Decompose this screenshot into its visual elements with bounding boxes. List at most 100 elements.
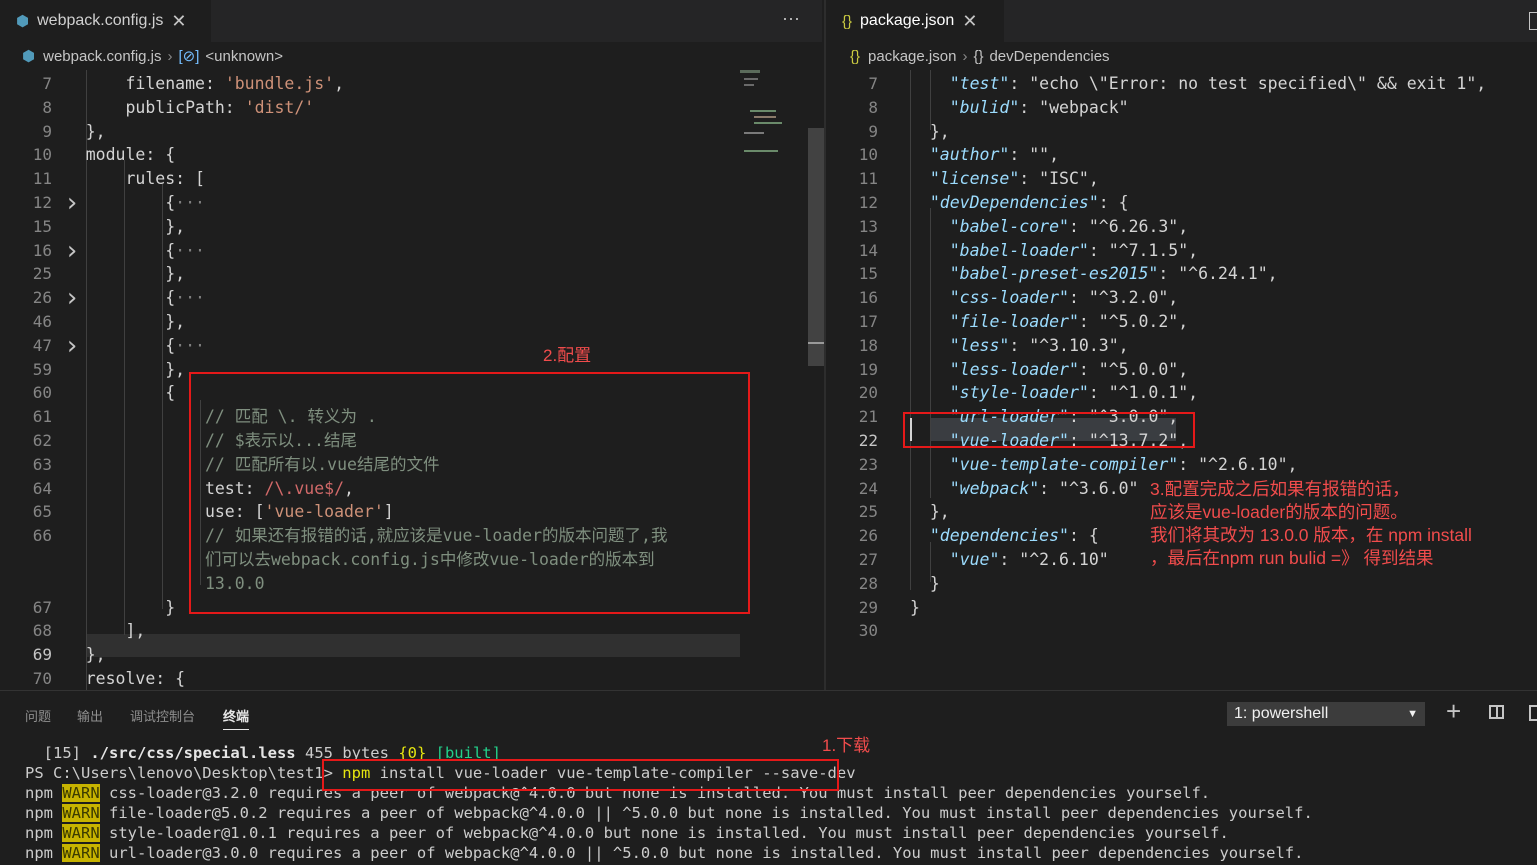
breadcrumb-file[interactable]: package.json: [868, 48, 956, 65]
code-line: "style-loader": "^1.0.1",: [949, 383, 1199, 403]
chevron-right-icon: ›: [167, 47, 173, 65]
code-line: "author": "",: [929, 145, 1060, 165]
right-breadcrumb: {} package.json › {} devDependencies: [826, 42, 1537, 70]
terminal-line: npm WARN url-loader@3.0.0 requires a pee…: [25, 844, 1304, 862]
breadcrumb-symbol[interactable]: <unknown>: [205, 48, 283, 65]
tab-terminal[interactable]: 终端: [223, 706, 250, 730]
code-line: }: [910, 573, 940, 593]
annotation-box-config: [189, 372, 750, 614]
annotation-line: 我们将其改为 13.0.0 版本，在 npm install: [1150, 525, 1472, 545]
line-number: 17: [858, 312, 878, 331]
variable-icon: [⊘]: [178, 48, 200, 65]
object-icon: {}: [973, 47, 984, 65]
current-line-highlight: [86, 634, 740, 657]
code-line: "vue": "^2.6.10": [949, 550, 1109, 569]
minimap[interactable]: [740, 70, 806, 160]
line-number: 12: [858, 193, 878, 212]
line-number: 26: [858, 526, 878, 546]
code-line: "babel-loader": "^7.1.5",: [949, 240, 1199, 260]
line-number: 9: [868, 121, 878, 141]
js-file-icon: ⬢: [16, 13, 30, 30]
code-line: filename: 'bundle.js',: [46, 74, 345, 93]
annotation-version-note: 3.配置完成之后如果有报错的话， 应该是vue-loader的版本的问题。 我们…: [1150, 478, 1472, 570]
line-number: 27: [858, 550, 878, 569]
tab-package-json[interactable]: {} package.json ✕: [826, 0, 1004, 42]
annotation-box-vue-loader: [903, 412, 1195, 448]
line-number: 7: [868, 74, 878, 93]
code-line: "css-loader": "^3.2.0",: [949, 288, 1179, 308]
code-line: "webpack": "^3.6.0": [949, 478, 1139, 498]
line-number: 11: [858, 169, 878, 189]
code-line: },: [46, 645, 106, 665]
annotation-config: 2.配置: [543, 346, 592, 365]
code-line: "devDependencies": {: [929, 193, 1129, 212]
code-line: "dependencies": {: [929, 526, 1099, 546]
terminal-line: npm WARN file-loader@5.0.2 requires a pe…: [25, 804, 1313, 822]
terminal-select[interactable]: 1: powershell ▼: [1227, 702, 1425, 726]
close-icon[interactable]: ✕: [171, 11, 186, 32]
code-line: "license": "ISC",: [929, 169, 1099, 189]
split-editor-icon[interactable]: [1529, 12, 1537, 30]
code-line: resolve: {: [46, 669, 186, 688]
trash-icon[interactable]: [1529, 705, 1537, 721]
chevron-right-icon[interactable]: ›: [64, 188, 80, 218]
code-line: "bulid": "webpack": [949, 97, 1129, 117]
terminal-line: npm WARN style-loader@1.0.1 requires a p…: [25, 824, 1229, 842]
line-number: 18: [858, 335, 878, 355]
split-terminal-icon[interactable]: [1489, 705, 1504, 719]
left-scrollbar-mark: [808, 342, 824, 344]
chevron-down-icon: ▼: [1407, 708, 1418, 720]
code-line: "less-loader": "^5.0.0",: [949, 359, 1189, 379]
line-number: 14: [858, 240, 878, 260]
code-line: "vue-template-compiler": "^2.6.10",: [949, 454, 1298, 474]
tab-label: package.json: [860, 12, 955, 29]
code-line: "babel-preset-es2015": "^6.24.1",: [949, 264, 1278, 284]
code-line: module: {: [46, 145, 176, 165]
line-number: 19: [858, 359, 878, 379]
line-number: 22: [858, 431, 878, 450]
line-number: 28: [858, 573, 878, 593]
chevron-right-icon[interactable]: ›: [64, 331, 80, 361]
annotation-box-install: [322, 759, 839, 791]
line-number: 8: [868, 97, 878, 117]
left-breadcrumb: ⬢ webpack.config.js › [⊘] <unknown>: [0, 42, 844, 70]
code-line: "test": "echo \"Error: no test specified…: [949, 74, 1487, 93]
tab-webpack-config[interactable]: ⬢ webpack.config.js ✕: [0, 0, 211, 42]
tab-problems[interactable]: 问题: [25, 706, 51, 725]
json-file-icon: {}: [842, 12, 853, 30]
code-line: },: [46, 359, 186, 379]
line-number: 10: [858, 145, 878, 165]
breadcrumb-file[interactable]: webpack.config.js: [43, 48, 161, 65]
tab-output[interactable]: 输出: [77, 706, 103, 725]
add-terminal-icon[interactable]: +: [1446, 696, 1461, 727]
more-actions-icon[interactable]: ···: [782, 8, 800, 29]
tab-debug-console[interactable]: 调试控制台: [130, 706, 195, 725]
json-file-icon: {}: [850, 47, 861, 65]
line-number: 15: [858, 264, 878, 284]
line-number: 20: [858, 383, 878, 403]
code-line: }: [910, 597, 920, 617]
chevron-right-icon[interactable]: ›: [64, 283, 80, 313]
js-file-icon: ⬢: [22, 48, 36, 65]
code-line: }: [46, 597, 176, 617]
line-number: 29: [858, 597, 878, 617]
breadcrumb-symbol[interactable]: devDependencies: [989, 48, 1109, 65]
chevron-right-icon: ›: [962, 47, 968, 65]
code-line: },: [910, 502, 950, 522]
line-number: 16: [858, 288, 878, 308]
line-number: 30: [858, 621, 878, 641]
close-icon[interactable]: ✕: [962, 11, 977, 32]
terminal-panel: 问题 输出 调试控制台 终端 1: powershell ▼ + [15] ./…: [0, 690, 1537, 865]
warn-badge: WARN: [62, 844, 100, 862]
code-line: ],: [46, 621, 146, 641]
terminal-select-value: 1: powershell: [1234, 705, 1329, 722]
chevron-right-icon[interactable]: ›: [64, 236, 80, 266]
line-number: 23: [858, 454, 878, 474]
right-code-area[interactable]: 7 "test": "echo \"Error: no test specifi…: [826, 70, 1537, 690]
annotation-install: 1.下载: [822, 736, 871, 755]
code-line: "less": "^3.10.3",: [949, 335, 1129, 355]
left-scrollbar[interactable]: [808, 128, 824, 366]
line-number: 24: [858, 478, 878, 498]
code-line: },: [910, 121, 950, 141]
code-line: "babel-core": "^6.26.3",: [949, 216, 1189, 236]
